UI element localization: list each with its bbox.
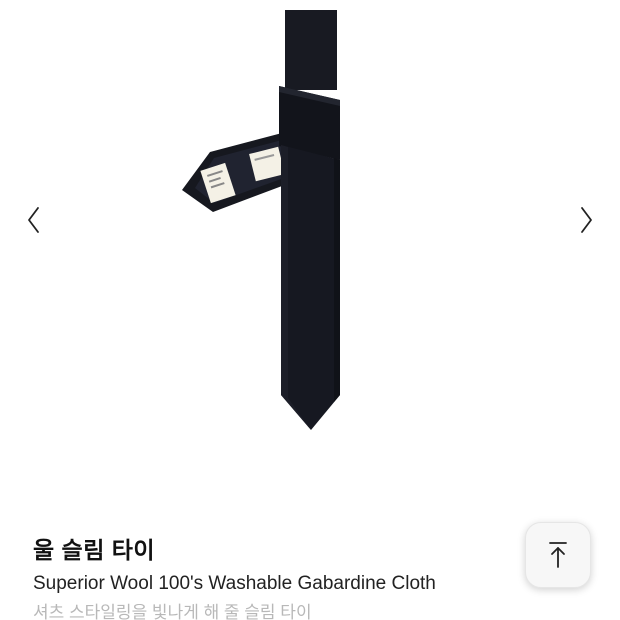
product-subtitle: Superior Wool 100's Washable Gabardine C… [33, 573, 436, 594]
scroll-to-top-button[interactable] [525, 522, 591, 588]
next-image-button[interactable] [572, 198, 602, 242]
chevron-left-icon [28, 207, 39, 233]
product-description: 셔츠 스타일링을 빛나게 해 줄 슬림 타이 [33, 603, 312, 620]
chevron-right-icon [581, 207, 592, 233]
product-page: 울 슬림 타이 Superior Wool 100's Washable Gab… [0, 0, 620, 620]
prev-image-button[interactable] [18, 198, 48, 242]
product-image [182, 10, 340, 430]
product-info: 울 슬림 타이 Superior Wool 100's Washable Gab… [33, 530, 513, 620]
arrow-up-to-top-icon [549, 542, 567, 568]
product-title: 울 슬림 타이 [33, 537, 156, 563]
product-gallery [0, 0, 620, 500]
